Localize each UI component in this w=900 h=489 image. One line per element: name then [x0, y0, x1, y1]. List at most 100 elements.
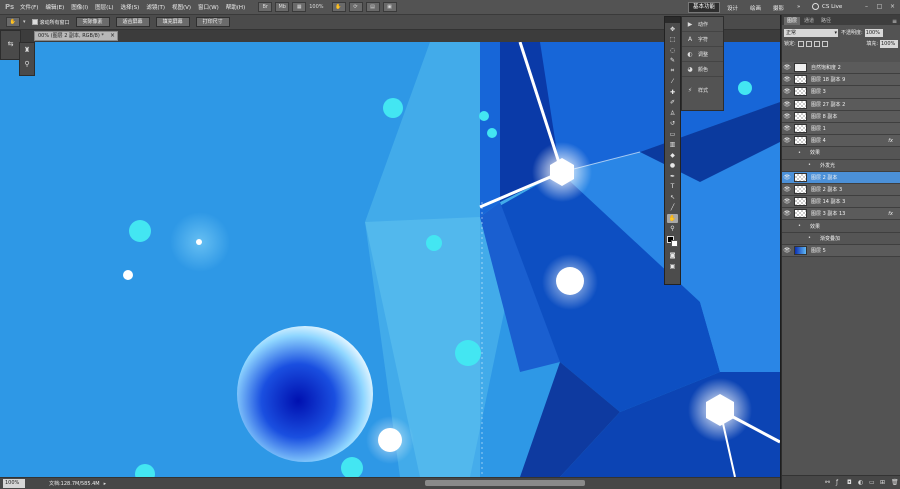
document-tab[interactable]: 00% (图层 2 副本, RGB/8) * × — [34, 31, 118, 41]
eye-icon[interactable]: 👁 — [782, 174, 792, 181]
menu-image[interactable]: 图像(I) — [71, 3, 88, 11]
minibridge-icon[interactable]: Mb — [275, 2, 290, 12]
menu-select[interactable]: 选择(S) — [121, 3, 140, 11]
lock-pixels-icon[interactable] — [805, 40, 812, 47]
move-tool-icon[interactable]: ✥ — [667, 25, 678, 34]
fit-screen-button[interactable]: 适合屏幕 — [115, 17, 150, 27]
delete-layer-icon[interactable]: 🗑 — [891, 479, 899, 486]
cs-live-button[interactable]: CS Live — [812, 3, 842, 10]
menu-layer[interactable]: 图层(L) — [95, 3, 113, 11]
eye-icon[interactable]: 👁 — [782, 210, 792, 217]
layer-row[interactable]: 👁 图层 2 副本 — [782, 171, 900, 184]
eye-icon[interactable]: 👁 — [782, 186, 792, 193]
crop-tool-icon[interactable]: ⌗ — [667, 67, 678, 76]
panel-options-icon[interactable]: ⇆ — [1, 40, 20, 52]
quick-mask-icon[interactable]: ◙ — [667, 251, 678, 260]
brush-preset-icon[interactable]: ⚲ — [20, 60, 34, 68]
layer-row[interactable]: 👁 图层 18 副本 9 — [782, 74, 900, 87]
actions-panel-button[interactable]: ▶ 动作 — [682, 17, 723, 32]
menu-view[interactable]: 视图(V) — [172, 3, 191, 11]
grid-icon[interactable]: ▦ — [292, 2, 307, 12]
lock-transparency-icon[interactable] — [797, 40, 804, 47]
workspace-essentials-button[interactable]: 基本功能 — [688, 2, 721, 13]
layer-row[interactable]: 👁 图层 4 fx — [782, 135, 900, 148]
add-mask-icon[interactable]: ◘ — [847, 479, 853, 486]
path-select-tool-icon[interactable]: ↖ — [667, 193, 678, 202]
blend-mode-select[interactable]: 正常 ▾ — [784, 28, 838, 37]
eye-icon[interactable]: 👁 — [782, 113, 792, 120]
pen-tool-icon[interactable]: ✒ — [667, 172, 678, 181]
eye-icon[interactable]: 👁 — [782, 125, 792, 132]
layer-row[interactable]: 👁 图层 14 副本 3 — [782, 196, 900, 209]
lasso-tool-icon[interactable]: ◌ — [667, 46, 678, 55]
layer-effect-row[interactable]: • 效果 — [782, 147, 900, 160]
new-adjustment-icon[interactable]: ◐ — [858, 479, 864, 486]
opacity-field[interactable]: 100% — [864, 28, 883, 37]
minimize-icon[interactable]: – — [862, 3, 871, 11]
tools-panel-header[interactable] — [665, 17, 680, 23]
workspace-painting[interactable]: 绘画 — [750, 4, 761, 12]
lock-all-icon[interactable] — [821, 40, 828, 47]
color-swatches[interactable] — [667, 236, 678, 248]
marquee-tool-icon[interactable]: ⬚ — [667, 35, 678, 44]
eye-icon[interactable]: 👁 — [782, 88, 792, 95]
styles-panel-button[interactable]: ⚡ 样式 — [682, 83, 723, 98]
tab-paths[interactable]: 路径 — [818, 17, 834, 25]
screen-mode-icon[interactable]: ▣ — [382, 2, 397, 12]
menu-help[interactable]: 帮助(H) — [226, 3, 245, 11]
add-layer-style-icon[interactable]: ƒ — [836, 479, 842, 486]
bridge-icon[interactable]: Br — [258, 2, 273, 12]
fx-icon[interactable]: fx — [888, 138, 893, 144]
color-panel-button[interactable]: ◕ 颜色 — [682, 62, 723, 77]
layer-row[interactable]: 👁 图层 1 — [782, 122, 900, 136]
clone-source-icon[interactable]: ♜ — [20, 46, 34, 54]
background-color-swatch[interactable] — [671, 240, 678, 247]
eye-icon[interactable]: 👁 — [782, 137, 792, 144]
layer-row[interactable]: 👁 图层 5 — [782, 244, 900, 257]
eraser-tool-icon[interactable]: ▭ — [667, 130, 678, 139]
tab-layers[interactable]: 图层 — [784, 17, 801, 25]
scroll-all-windows-checkbox[interactable]: 滚动所有窗口 — [31, 19, 70, 26]
eyedropper-tool-icon[interactable]: ⁄ — [667, 77, 678, 86]
maximize-icon[interactable]: □ — [875, 3, 884, 11]
workspace-design[interactable]: 设计 — [727, 4, 738, 12]
horizontal-scrollbar[interactable] — [425, 480, 585, 486]
layer-row[interactable]: 👁 图层 3 副本 13 fx — [782, 208, 900, 221]
tab-channels[interactable]: 通道 — [801, 17, 817, 25]
clone-stamp-tool-icon[interactable]: ♙ — [667, 109, 678, 118]
print-size-button[interactable]: 打印尺寸 — [195, 17, 230, 27]
quick-select-tool-icon[interactable]: ✎ — [667, 56, 678, 65]
type-tool-icon[interactable]: T — [667, 182, 678, 191]
workspace-photography[interactable]: 摄影 — [773, 4, 784, 12]
fill-screen-button[interactable]: 填充屏幕 — [155, 17, 190, 27]
zoom-level[interactable]: 100% — [309, 4, 323, 10]
screen-mode-tool-icon[interactable]: ▣ — [667, 262, 678, 271]
adjustments-panel-button[interactable]: ◐ 调整 — [682, 47, 723, 62]
layer-row[interactable]: 👁 图层 3 — [782, 86, 900, 99]
rotate-view-icon[interactable]: ⟳ — [348, 2, 363, 12]
canvas[interactable] — [0, 42, 780, 477]
hand-tool-icon[interactable]: ✋ — [667, 213, 678, 223]
layer-row[interactable]: 👁 自然饱和度 2 — [782, 62, 900, 75]
panel-menu-icon[interactable]: ≡ — [892, 18, 897, 25]
layer-effect-row[interactable]: • 渐变叠加 — [782, 232, 900, 245]
eye-icon[interactable]: 👁 — [782, 198, 792, 205]
brush-tool-icon[interactable]: ✐ — [667, 98, 678, 107]
zoom-field[interactable]: 100% — [3, 479, 25, 488]
shape-tool-icon[interactable]: ╱ — [667, 203, 678, 212]
new-layer-icon[interactable]: ⊞ — [880, 479, 886, 486]
dodge-tool-icon[interactable]: ● — [667, 161, 678, 170]
fx-icon[interactable]: fx — [888, 211, 893, 217]
link-layers-icon[interactable]: ⚯ — [825, 479, 831, 486]
eye-icon[interactable]: 👁 — [782, 76, 792, 83]
history-brush-tool-icon[interactable]: ↺ — [667, 119, 678, 128]
hand-icon[interactable]: ✋ — [331, 2, 346, 12]
eye-icon[interactable]: 👁 — [782, 101, 792, 108]
tool-preset-dropdown-icon[interactable]: ▾ — [23, 19, 26, 25]
workspace-more[interactable]: » — [797, 4, 800, 10]
healing-brush-tool-icon[interactable]: ✚ — [667, 88, 678, 97]
arrange-documents-icon[interactable]: ▤ — [365, 2, 380, 12]
menu-file[interactable]: 文件(F) — [20, 3, 38, 11]
close-document-icon[interactable]: × — [110, 32, 115, 40]
menu-edit[interactable]: 编辑(E) — [45, 3, 64, 11]
